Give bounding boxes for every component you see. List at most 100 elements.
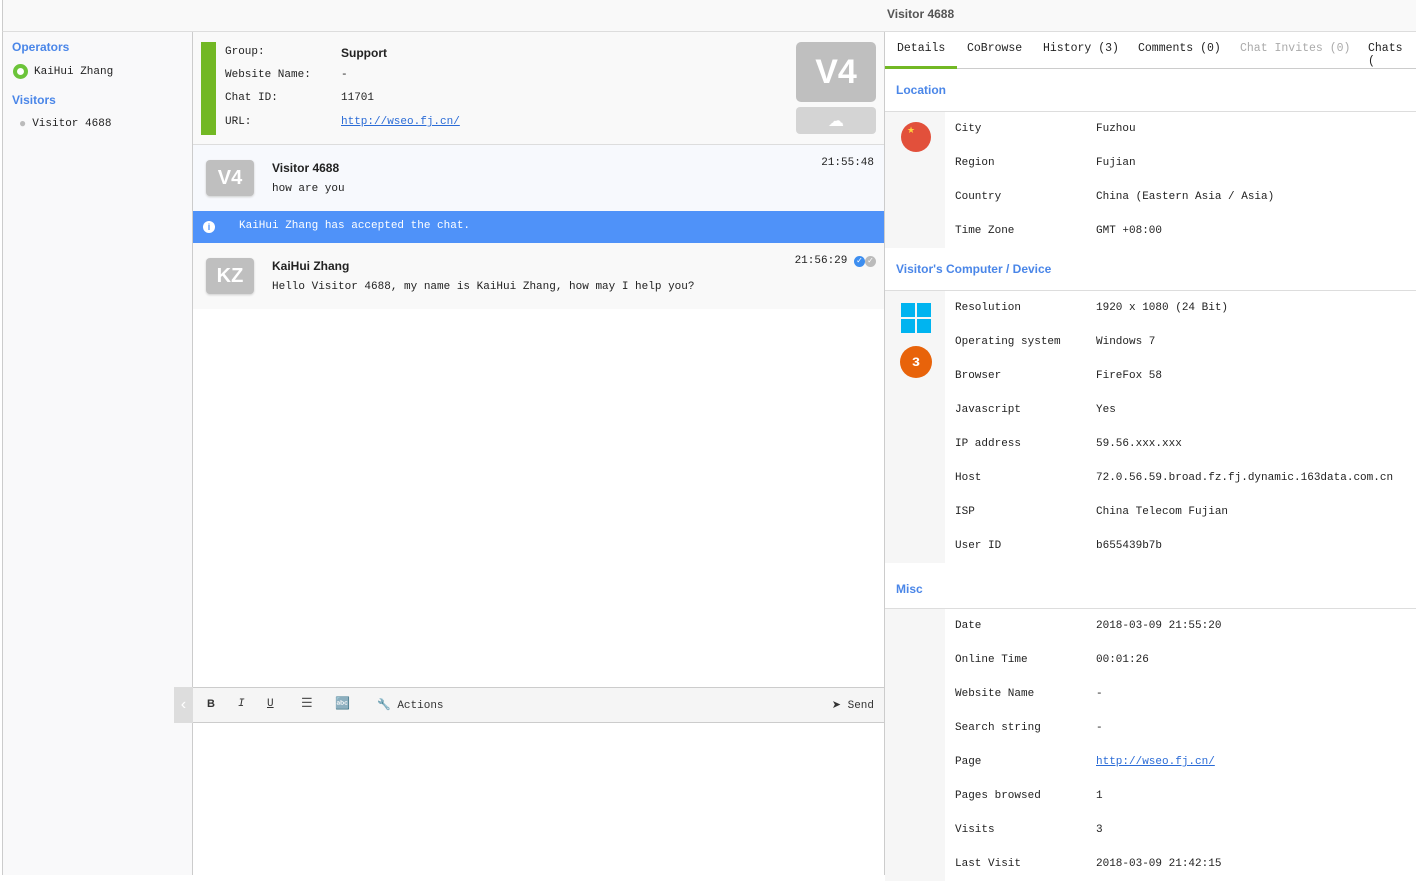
detail-row: ISP China Telecom Fujian [885,495,1416,529]
actions-button[interactable]: 🔧 Actions [377,698,444,712]
detail-value: 1920 x 1080 (24 Bit) [1096,302,1229,314]
detail-value: 59.56.xxx.xxx [1096,438,1182,450]
detail-label: Online Time [955,654,1028,666]
sender-name: Visitor 4688 [272,161,340,175]
tab-details[interactable]: Details [884,42,958,69]
message-input[interactable] [193,723,884,875]
tab-chat-invites[interactable]: Chat Invites (0) [1240,42,1350,55]
detail-value: GMT +08:00 [1096,225,1163,237]
detail-row: Browser FireFox 58 [885,359,1416,393]
online-status-icon [13,64,28,79]
info-chat-id: Chat ID: 11701 [225,92,375,104]
url-link[interactable]: http://wseo.fj.cn/ [341,116,460,128]
detail-label: Operating system [955,336,1061,348]
detail-label: ISP [955,506,975,518]
message-text: how are you [272,183,345,195]
detail-label: Pages browsed [955,790,1041,802]
detail-value: China Telecom Fujian [1096,506,1229,518]
detail-label: Search string [955,722,1041,734]
device-section: Visitor's Computer / Device з Resolution… [885,248,1416,563]
tab-cobrowse[interactable]: CoBrowse [967,42,1022,55]
visitor-name: Visitor 4688 [32,118,112,130]
collapse-sidebar-button[interactable]: ‹ [174,687,193,723]
details-panel: Details CoBrowse History (3) Comments (0… [884,32,1416,881]
message-text: Hello Visitor 4688, my name is KaiHui Zh… [272,281,695,293]
chat-message: KZ KaiHui Zhang Hello Visitor 4688, my n… [193,243,884,309]
detail-value: 00:01:26 [1096,654,1149,666]
detail-value: Windows 7 [1096,336,1156,348]
detail-label: Resolution [955,302,1022,314]
bold-button[interactable]: B [207,698,215,710]
visitor-item[interactable]: ● Visitor 4688 [19,117,111,131]
detail-label: City [955,123,982,135]
detail-label: User ID [955,540,1002,552]
chat-message: V4 Visitor 4688 how are you 21:55:48 [193,145,884,211]
detail-row: Visits 3 [885,813,1416,847]
detail-row: Resolution 1920 x 1080 (24 Bit) [885,291,1416,325]
info-group: Group: Support [225,46,387,60]
detail-value: 72.0.56.59.broad.fz.fj.dynamic.163data.c… [1096,472,1394,484]
visitor-title: Visitor 4688 [887,7,955,21]
delivered-check-icon: ✓ [854,256,865,267]
detail-row: Javascript Yes [885,393,1416,427]
database-icon[interactable]: ☰ [301,696,313,711]
translate-icon[interactable]: 🔤 [335,696,350,711]
info-icon: i [203,221,215,233]
detail-row: Host 72.0.56.59.broad.fz.fj.dynamic.163da… [885,461,1416,495]
detail-value: 2018-03-09 21:42:15 [1096,858,1222,870]
sidebar: Operators KaiHui Zhang Visitors ● Visito… [2,32,193,875]
detail-value: - [1096,688,1103,700]
tab-comments[interactable]: Comments (0) [1138,42,1221,55]
italic-button[interactable]: I [238,698,245,710]
detail-label: IP address [955,438,1022,450]
message-time: 21:55:48 [821,157,874,169]
detail-row: Region Fujian [885,146,1416,180]
detail-value: 3 [1096,824,1103,836]
send-icon: ➤ [831,700,841,712]
detail-row: Search string - [885,711,1416,745]
detail-row: Country China (Eastern Asia / Asia) [885,180,1416,214]
operator-item[interactable]: KaiHui Zhang [13,64,113,79]
misc-heading: Misc [885,563,1416,609]
detail-label: Date [955,620,982,632]
detail-row: Online Time 00:01:26 [885,643,1416,677]
detail-label: Region [955,157,995,169]
detail-row: Page http://wseo.fj.cn/ [885,745,1416,779]
detail-value: Fujian [1096,157,1136,169]
detail-value: - [1096,722,1103,734]
detail-value: Fuzhou [1096,123,1136,135]
detail-row: Operating system Windows 7 [885,325,1416,359]
detail-label: Time Zone [955,225,1015,237]
detail-value: 2018-03-09 21:55:20 [1096,620,1222,632]
tab-chats[interactable]: Chats ( [1368,42,1416,68]
avatar: KZ [206,258,254,294]
sender-name: KaiHui Zhang [272,259,350,273]
download-button[interactable]: ☁ [796,107,876,134]
visitor-avatar: V4 [796,42,876,102]
detail-label: Javascript [955,404,1022,416]
detail-label: Browser [955,370,1002,382]
detail-row: City Fuzhou [885,112,1416,146]
detail-value: China (Eastern Asia / Asia) [1096,191,1275,203]
cloud-download-icon: ☁ [828,112,844,131]
detail-value: Yes [1096,404,1116,416]
top-bar: Visitor 4688 [2,0,1416,32]
detail-row: Date 2018-03-09 21:55:20 [885,609,1416,643]
chat-panel: Group: Support Website Name: - Chat ID: 117… [193,32,885,875]
misc-section: Misc Date 2018-03-09 21:55:20 Online Time 0… [885,563,1416,881]
chat-info: Group: Support Website Name: - Chat ID: 117… [193,32,884,145]
operators-heading: Operators [12,40,70,54]
location-section: Location ★ City Fuzhou Region Fujian Country C… [885,69,1416,248]
detail-label: Visits [955,824,995,836]
underline-button[interactable]: U [267,698,274,710]
status-bar [201,42,216,135]
detail-value: b655439b7b [1096,540,1163,552]
system-message: i KaiHui Zhang has accepted the chat. [193,211,884,243]
tab-history[interactable]: History (3) [1043,42,1119,55]
detail-label: Country [955,191,1002,203]
detail-link[interactable]: http://wseo.fj.cn/ [1096,745,1215,779]
detail-row: Last Visit 2018-03-09 21:42:15 [885,847,1416,881]
avatar: V4 [206,160,254,196]
send-button[interactable]: ➤ Send [832,698,874,712]
chevron-left-icon: ‹ [178,696,189,714]
